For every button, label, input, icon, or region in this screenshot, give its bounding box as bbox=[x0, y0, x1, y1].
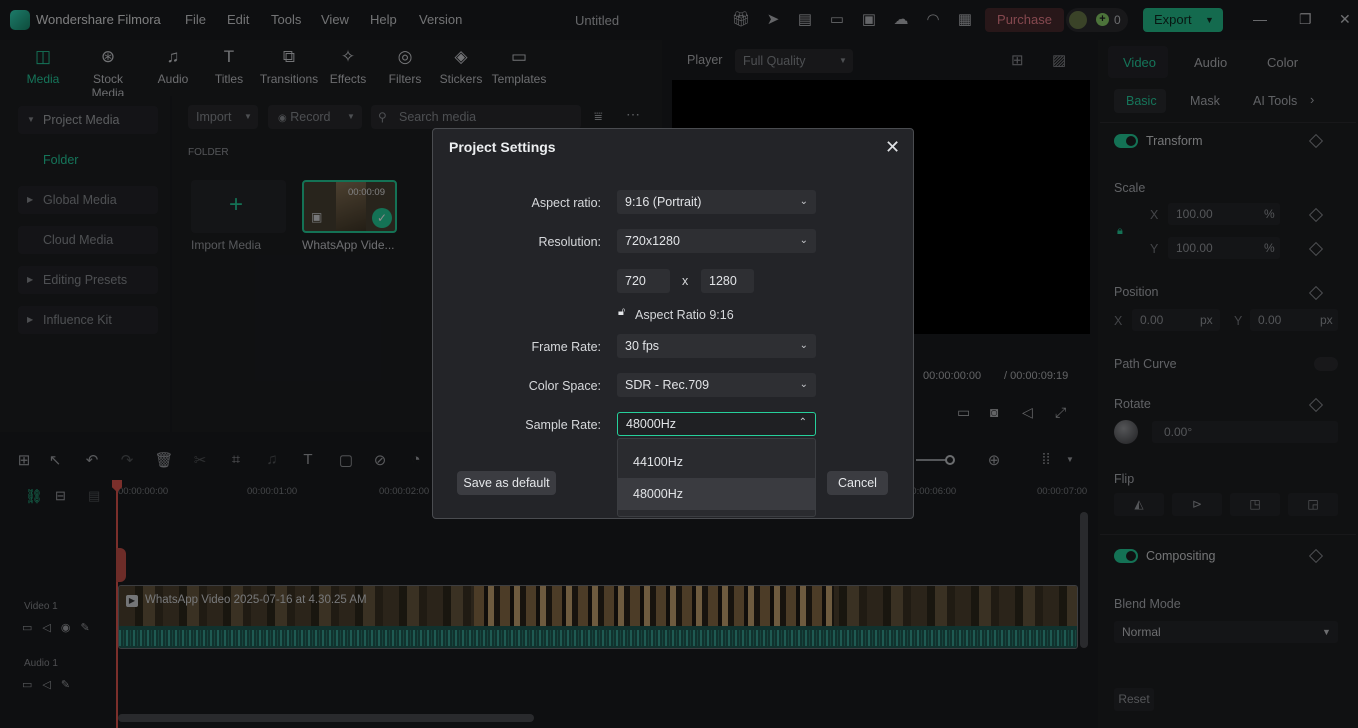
sample-rate-label: Sample Rate: bbox=[525, 418, 601, 432]
resolution-value: 720x1280 bbox=[625, 234, 680, 248]
chevron-down-icon: ⌄ bbox=[799, 235, 808, 246]
frame-rate-value: 30 fps bbox=[625, 339, 660, 353]
sample-rate-dropdown: 44100Hz 48000Hz bbox=[617, 438, 816, 517]
frame-rate-select[interactable]: 30 fps ⌄ bbox=[617, 334, 816, 358]
aspect-ratio-value: 9:16 (Portrait) bbox=[625, 195, 702, 209]
sample-rate-select[interactable]: 48000Hz ⌃ bbox=[617, 412, 816, 436]
chevron-down-icon: ⌄ bbox=[799, 379, 808, 390]
save-as-default-button[interactable]: Save as default bbox=[457, 471, 556, 495]
resolution-label: Resolution: bbox=[538, 235, 601, 249]
dimension-separator: x bbox=[682, 274, 689, 288]
resolution-select[interactable]: 720x1280 ⌄ bbox=[617, 229, 816, 253]
aspect-lock-label: Aspect Ratio 9:16 bbox=[635, 308, 734, 322]
lock-icon[interactable]: 🔓︎ bbox=[618, 306, 625, 319]
color-space-label: Color Space: bbox=[528, 379, 601, 393]
width-input[interactable]: 720 bbox=[617, 269, 670, 293]
color-space-value: SDR - Rec.709 bbox=[625, 378, 710, 392]
chevron-down-icon: ⌄ bbox=[799, 340, 808, 351]
chevron-down-icon: ⌄ bbox=[799, 196, 808, 207]
sample-rate-value: 48000Hz bbox=[626, 417, 677, 431]
dropdown-option-44100[interactable]: 44100Hz bbox=[618, 446, 815, 478]
dialog-title: Project Settings bbox=[449, 139, 556, 155]
chevron-up-icon: ⌃ bbox=[798, 417, 807, 428]
aspect-ratio-select[interactable]: 9:16 (Portrait) ⌄ bbox=[617, 190, 816, 214]
cancel-button[interactable]: Cancel bbox=[827, 471, 888, 495]
color-space-select[interactable]: SDR - Rec.709 ⌄ bbox=[617, 373, 816, 397]
aspect-ratio-label: Aspect ratio: bbox=[531, 196, 601, 210]
dropdown-option-48000[interactable]: 48000Hz bbox=[618, 478, 815, 510]
frame-rate-label: Frame Rate: bbox=[531, 340, 601, 354]
height-input[interactable]: 1280 bbox=[701, 269, 754, 293]
close-icon[interactable]: ✕ bbox=[885, 137, 900, 158]
